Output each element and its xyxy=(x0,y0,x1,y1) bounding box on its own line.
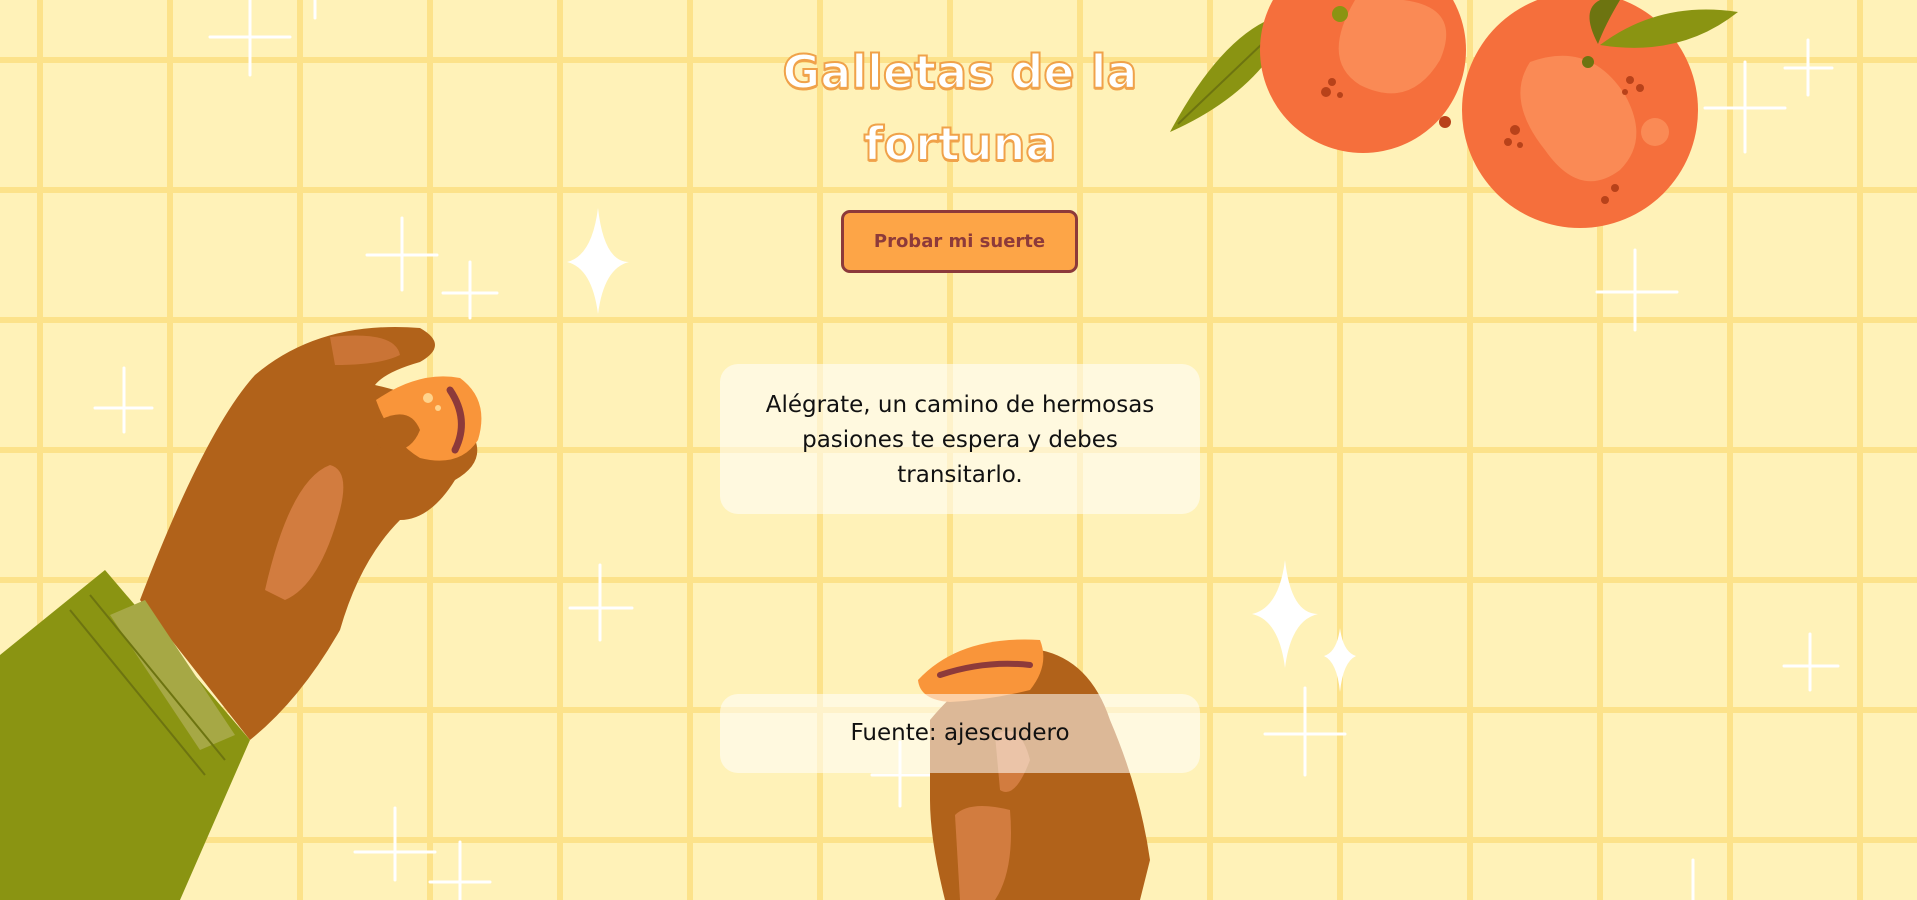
fortune-card: Alégrate, un camino de hermosas pasiones… xyxy=(720,364,1200,514)
fortune-text: Alégrate, un camino de hermosas pasiones… xyxy=(765,392,1155,488)
try-luck-button[interactable]: Probar mi suerte xyxy=(841,210,1078,273)
page-title: Galletas de la fortuna xyxy=(782,44,1139,172)
source-text: Fuente: ajescudero xyxy=(850,720,1070,746)
source-card: Fuente: ajescudero xyxy=(720,694,1200,773)
